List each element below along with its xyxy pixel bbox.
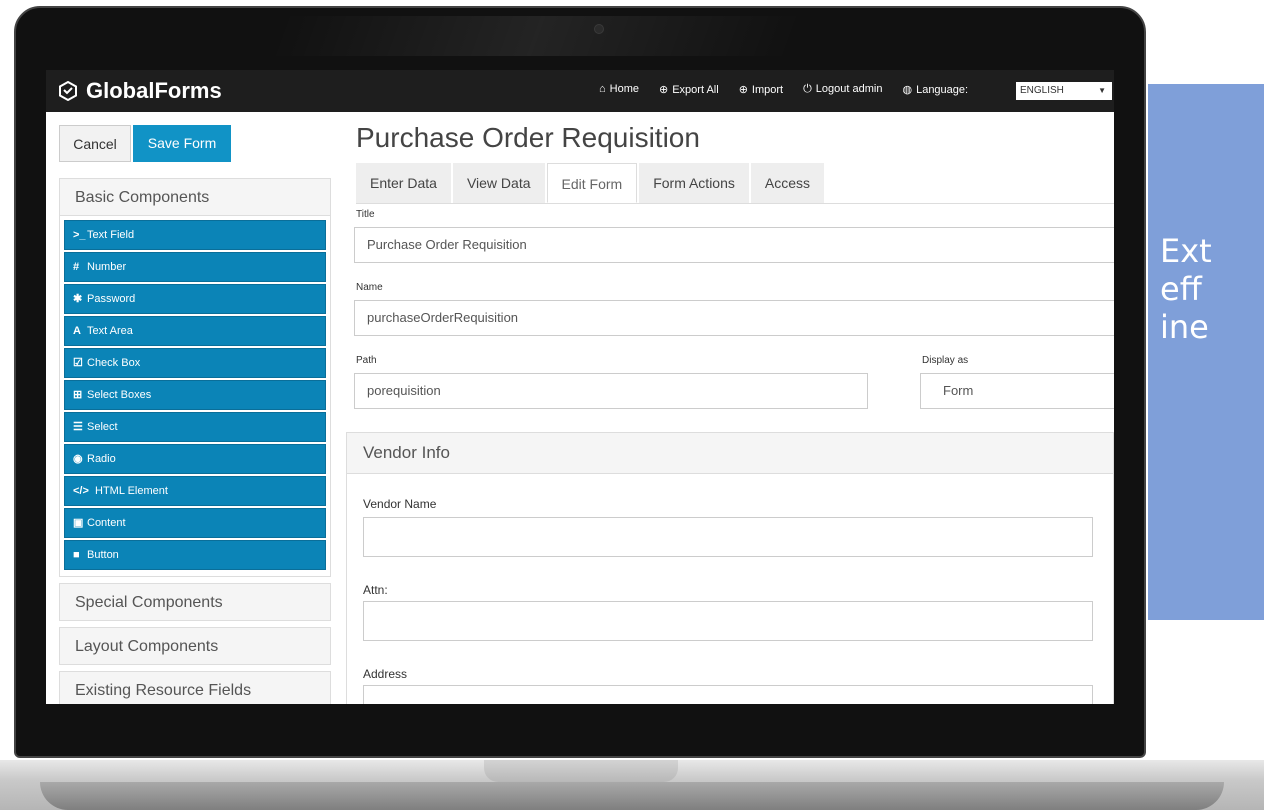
attn-input[interactable] [363,601,1093,641]
bezel-glare [268,16,804,56]
page-title: Purchase Order Requisition [356,122,700,153]
tab-view-data[interactable]: View Data [452,163,545,203]
vendor-info-panel: Vendor Info Vendor Name Attn: Address [346,432,1114,704]
font-icon: A [73,325,81,337]
component-label: Text Field [87,229,135,241]
top-nav: ⌂ Home ⊕ Export All ⊕ Import ⏻ Logout admin … [599,83,968,96]
component-label: Text Area [87,325,133,337]
brand-name: GlobalForms [86,78,222,103]
form-tabs: Enter Data View Data Edit Form Form Acti… [356,163,826,203]
display-as-select[interactable]: Form [920,373,1114,409]
name-input[interactable]: purchaseOrderRequisition [354,300,1114,336]
component-select[interactable]: ☰ Select [64,412,326,442]
html5-icon: ▣ [73,517,84,529]
camera-icon [594,24,604,34]
title-label: Title [356,209,375,220]
display-as-label: Display as [922,355,969,366]
language-value: ENGLISH [1020,85,1064,96]
component-label: HTML Element [95,485,168,497]
component-radio[interactable]: ◉ Radio [64,444,326,474]
nav-import[interactable]: ⊕ Import [739,83,783,96]
component-check-box[interactable]: ☑ Check Box [64,348,326,378]
title-input[interactable]: Purchase Order Requisition [354,227,1114,263]
address-input[interactable] [363,685,1093,704]
component-content[interactable]: ▣ Content [64,508,326,538]
vendor-name-input[interactable] [363,517,1093,557]
component-password[interactable]: ✱ Password [64,284,326,314]
path-input[interactable]: porequisition [354,373,868,409]
component-label: Password [87,293,136,305]
laptop-base-bottom [40,782,1224,810]
path-label: Path [356,355,377,366]
component-label: Check Box [87,357,141,369]
tab-enter-data[interactable]: Enter Data [356,163,451,203]
component-label: Radio [87,453,116,465]
tab-divider [356,203,1114,204]
save-form-button[interactable]: Save Form [133,125,231,162]
promo-line: Ext [1160,232,1212,270]
tab-access[interactable]: Access [750,163,825,203]
component-label: Button [87,549,119,561]
list-icon: ☰ [73,421,83,433]
laptop-hinge [484,760,678,782]
tab-form-actions[interactable]: Form Actions [639,163,749,203]
nav-logout[interactable]: ⏻ Logout admin [803,83,882,96]
vendor-name-label: Vendor Name [363,497,437,511]
power-icon: ⏻ [803,83,812,95]
component-text-field[interactable]: >_Text Field [64,220,326,250]
nav-language-label: Language: [916,84,969,96]
checkbox-icon: ☑ [73,357,83,369]
nav-export-label: Export All [672,84,719,96]
component-sidebar: Basic Components >_Text Field # Number ✱ P… [59,178,331,704]
component-label: Select [87,421,118,433]
nav-home-label: Home [609,83,639,95]
language-select[interactable]: ENGLISH ▼ [1016,82,1112,100]
name-label: Name [356,282,383,293]
component-select-boxes[interactable]: ⊞ Select Boxes [64,380,326,410]
attn-label: Attn: [363,583,388,597]
plus-square-icon: ⊞ [73,389,83,401]
component-label: Content [87,517,126,529]
globe-icon: ◍ [902,84,913,96]
promo-line: eff [1160,270,1202,308]
basic-components-list: >_Text Field # Number ✱ Password A Text Are… [59,216,331,577]
component-text-area[interactable]: A Text Area [64,316,326,346]
tab-edit-form[interactable]: Edit Form [546,163,638,203]
layout-components-header[interactable]: Layout Components [59,627,331,665]
nav-language: ◍ Language: [902,83,968,96]
hash-icon: # [73,261,80,273]
promo-panel: Ext eff ine [1148,84,1264,620]
top-navbar: GlobalForms ⌂ Home ⊕ Export All ⊕ Import ⏻ L… [46,70,1114,112]
component-label: Number [87,261,127,273]
import-icon: ⊕ [738,84,748,96]
nav-home[interactable]: ⌂ Home [599,83,639,96]
basic-components-header[interactable]: Basic Components [59,178,331,216]
nav-import-label: Import [751,84,784,96]
terminal-icon: >_ [73,229,86,241]
code-icon: </> [73,485,89,497]
vendor-info-heading: Vendor Info [347,433,1113,474]
brand-logo[interactable]: GlobalForms [58,78,222,104]
component-number[interactable]: # Number [64,252,326,282]
logo-icon [59,81,77,101]
export-icon: ⊕ [659,84,669,96]
nav-logout-label: Logout admin [815,83,883,95]
component-button[interactable]: ■ Button [64,540,326,570]
special-components-header[interactable]: Special Components [59,583,331,621]
stop-icon: ■ [73,549,80,561]
app-screen: GlobalForms ⌂ Home ⊕ Export All ⊕ Import ⏻ L… [46,70,1114,704]
existing-resource-fields-header[interactable]: Existing Resource Fields [59,671,331,704]
promo-line: ine [1160,308,1209,346]
nav-export-all[interactable]: ⊕ Export All [659,83,719,96]
chevron-down-icon: ▼ [1098,86,1106,95]
cancel-button[interactable]: Cancel [59,125,131,162]
radio-icon: ◉ [73,453,83,465]
component-html-element[interactable]: </> HTML Element [64,476,326,506]
home-icon: ⌂ [599,83,606,95]
asterisk-icon: ✱ [73,293,83,305]
address-label: Address [363,667,408,681]
component-label: Select Boxes [87,389,152,401]
